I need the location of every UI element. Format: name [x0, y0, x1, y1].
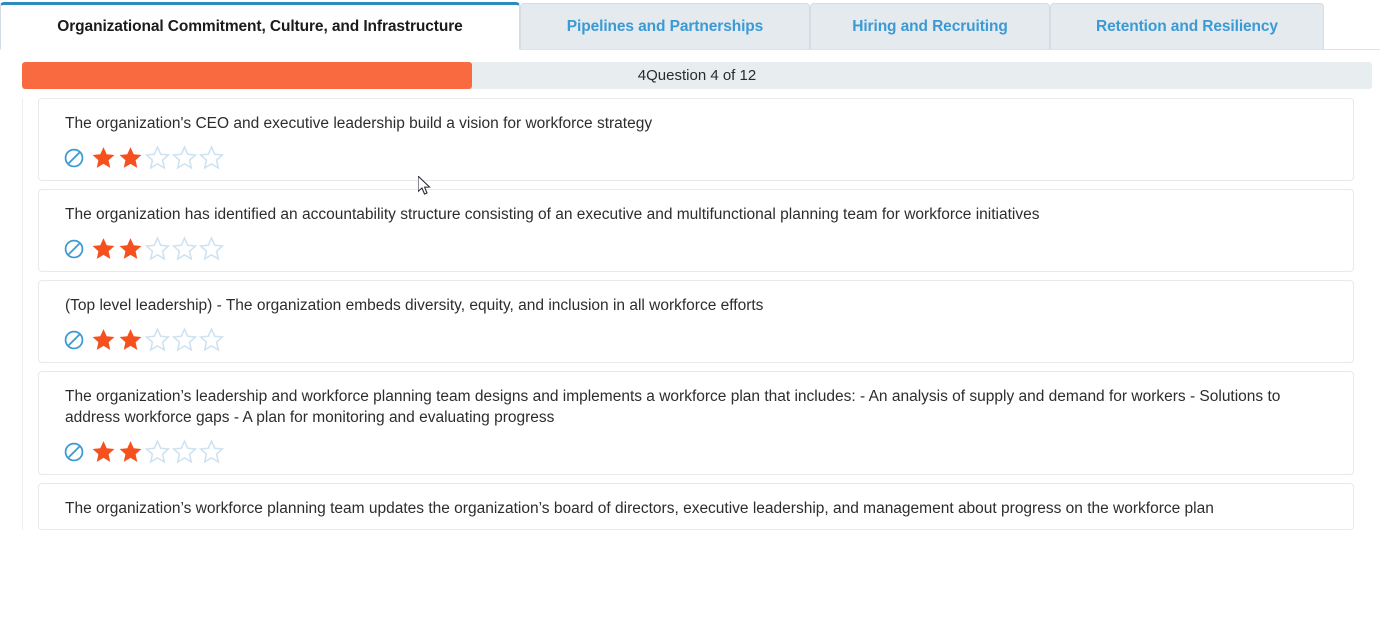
tab-organizational-commitment[interactable]: Organizational Commitment, Culture, and … [0, 2, 520, 50]
question-text: The organization’s workforce planning te… [65, 500, 1214, 517]
tab-pipelines-and-partnerships[interactable]: Pipelines and Partnerships [520, 3, 810, 49]
ban-icon[interactable] [63, 238, 85, 260]
tab-bar: Organizational Commitment, Culture, and … [0, 0, 1380, 50]
star-icon[interactable] [199, 236, 224, 261]
tab-label: Hiring and Recruiting [852, 17, 1008, 35]
star-icon[interactable] [118, 439, 143, 464]
tab-hiring-and-recruiting[interactable]: Hiring and Recruiting [810, 3, 1050, 49]
rating-widget[interactable] [39, 316, 1353, 352]
star-icon[interactable] [145, 327, 170, 352]
ban-icon[interactable] [63, 329, 85, 351]
rating-widget[interactable] [39, 134, 1353, 170]
question-text: The organization’s leadership and workfo… [65, 388, 1281, 426]
star-icon[interactable] [118, 236, 143, 261]
tab-retention-and-resiliency[interactable]: Retention and Resiliency [1050, 3, 1324, 49]
question-card: (Top level leadership) - The organizatio… [38, 280, 1354, 363]
star-icon[interactable] [172, 236, 197, 261]
star-icon[interactable] [172, 327, 197, 352]
question-card: The organization’s workforce planning te… [38, 483, 1354, 530]
star-icon[interactable] [118, 145, 143, 170]
star-icon[interactable] [199, 327, 224, 352]
progress-bar: 4Question 4 of 12 [22, 62, 1372, 89]
question-text: (Top level leadership) - The organizatio… [65, 297, 764, 314]
tab-label: Retention and Resiliency [1096, 17, 1278, 35]
star-icon[interactable] [145, 145, 170, 170]
star-icon[interactable] [172, 439, 197, 464]
star-icon[interactable] [199, 439, 224, 464]
star-icon[interactable] [91, 439, 116, 464]
question-card: The organization has identified an accou… [38, 189, 1354, 272]
star-icon[interactable] [91, 145, 116, 170]
star-icon[interactable] [118, 327, 143, 352]
question-text: The organization has identified an accou… [65, 206, 1040, 223]
question-card: The organization's CEO and executive lea… [38, 98, 1354, 181]
rating-widget[interactable] [39, 428, 1353, 464]
star-icon[interactable] [91, 327, 116, 352]
rating-widget[interactable] [39, 225, 1353, 261]
ban-icon[interactable] [63, 147, 85, 169]
star-icon[interactable] [145, 236, 170, 261]
star-icon[interactable] [199, 145, 224, 170]
star-icon[interactable] [145, 439, 170, 464]
question-list: The organization's CEO and executive lea… [22, 98, 1354, 530]
question-text: The organization's CEO and executive lea… [65, 115, 653, 132]
tab-label: Pipelines and Partnerships [566, 17, 764, 35]
star-icon[interactable] [91, 236, 116, 261]
question-card: The organization’s leadership and workfo… [38, 371, 1354, 475]
star-icon[interactable] [172, 145, 197, 170]
tab-label: Organizational Commitment, Culture, and … [57, 18, 463, 35]
ban-icon[interactable] [63, 441, 85, 463]
progress-bar-label: 4Question 4 of 12 [637, 67, 757, 84]
